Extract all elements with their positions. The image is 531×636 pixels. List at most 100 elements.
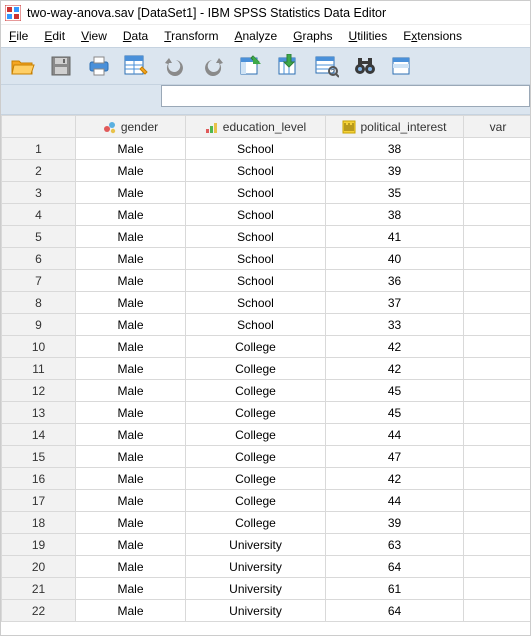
cell-gender[interactable]: Male xyxy=(76,556,186,578)
row-header[interactable]: 4 xyxy=(2,204,76,226)
find-button[interactable] xyxy=(349,51,381,81)
cell-empty[interactable] xyxy=(464,600,531,622)
cell-gender[interactable]: Male xyxy=(76,490,186,512)
cell-gender[interactable]: Male xyxy=(76,204,186,226)
column-header-gender[interactable]: gender xyxy=(76,116,186,138)
cell-political_interest[interactable]: 40 xyxy=(326,248,464,270)
cell-gender[interactable]: Male xyxy=(76,600,186,622)
cell-gender[interactable]: Male xyxy=(76,248,186,270)
cell-empty[interactable] xyxy=(464,182,531,204)
redo-button[interactable] xyxy=(197,51,229,81)
cell-political_interest[interactable]: 33 xyxy=(326,314,464,336)
recall-dialog-button[interactable] xyxy=(121,51,153,81)
cell-empty[interactable] xyxy=(464,468,531,490)
cell-education_level[interactable]: College xyxy=(186,512,326,534)
cell-political_interest[interactable]: 64 xyxy=(326,600,464,622)
menu-graphs[interactable]: Graphs xyxy=(293,29,332,43)
row-header[interactable]: 13 xyxy=(2,402,76,424)
cell-political_interest[interactable]: 42 xyxy=(326,468,464,490)
cell-education_level[interactable]: School xyxy=(186,204,326,226)
cell-gender[interactable]: Male xyxy=(76,446,186,468)
row-header[interactable]: 7 xyxy=(2,270,76,292)
cell-gender[interactable]: Male xyxy=(76,314,186,336)
cell-education_level[interactable]: College xyxy=(186,490,326,512)
cell-empty[interactable] xyxy=(464,336,531,358)
cell-political_interest[interactable]: 45 xyxy=(326,402,464,424)
cell-empty[interactable] xyxy=(464,578,531,600)
row-header[interactable]: 2 xyxy=(2,160,76,182)
undo-button[interactable] xyxy=(159,51,191,81)
cell-education_level[interactable]: School xyxy=(186,160,326,182)
open-button[interactable] xyxy=(7,51,39,81)
cell-gender[interactable]: Male xyxy=(76,226,186,248)
menu-data[interactable]: Data xyxy=(123,29,148,43)
row-header[interactable]: 20 xyxy=(2,556,76,578)
row-header[interactable]: 11 xyxy=(2,358,76,380)
cell-education_level[interactable]: University xyxy=(186,556,326,578)
row-header[interactable]: 6 xyxy=(2,248,76,270)
cell-empty[interactable] xyxy=(464,490,531,512)
cell-gender[interactable]: Male xyxy=(76,380,186,402)
menu-analyze[interactable]: Analyze xyxy=(234,29,277,43)
cell-empty[interactable] xyxy=(464,446,531,468)
cell-empty[interactable] xyxy=(464,402,531,424)
cell-education_level[interactable]: College xyxy=(186,402,326,424)
column-header-education-level[interactable]: education_level xyxy=(186,116,326,138)
cell-education_level[interactable]: University xyxy=(186,600,326,622)
cell-education_level[interactable]: College xyxy=(186,358,326,380)
cell-gender[interactable]: Male xyxy=(76,468,186,490)
cell-political_interest[interactable]: 61 xyxy=(326,578,464,600)
cell-political_interest[interactable]: 37 xyxy=(326,292,464,314)
menu-file[interactable]: File xyxy=(9,29,28,43)
insert-cases-button[interactable] xyxy=(387,51,419,81)
cell-gender[interactable]: Male xyxy=(76,160,186,182)
cell-education_level[interactable]: College xyxy=(186,424,326,446)
row-header[interactable]: 19 xyxy=(2,534,76,556)
row-header[interactable]: 15 xyxy=(2,446,76,468)
cell-political_interest[interactable]: 44 xyxy=(326,490,464,512)
menu-view[interactable]: View xyxy=(81,29,107,43)
goto-case-button[interactable] xyxy=(235,51,267,81)
cell-address-input[interactable] xyxy=(161,85,530,107)
cell-education_level[interactable]: School xyxy=(186,138,326,160)
cell-empty[interactable] xyxy=(464,138,531,160)
row-header[interactable]: 1 xyxy=(2,138,76,160)
cell-empty[interactable] xyxy=(464,424,531,446)
cell-empty[interactable] xyxy=(464,204,531,226)
cell-education_level[interactable]: College xyxy=(186,336,326,358)
cell-gender[interactable]: Male xyxy=(76,138,186,160)
column-header-empty[interactable]: var xyxy=(464,116,531,138)
row-header[interactable]: 18 xyxy=(2,512,76,534)
cell-education_level[interactable]: University xyxy=(186,578,326,600)
menu-utilities[interactable]: Utilities xyxy=(349,29,388,43)
cell-empty[interactable] xyxy=(464,314,531,336)
cell-political_interest[interactable]: 38 xyxy=(326,138,464,160)
cell-political_interest[interactable]: 63 xyxy=(326,534,464,556)
row-header[interactable]: 16 xyxy=(2,468,76,490)
row-header[interactable]: 22 xyxy=(2,600,76,622)
row-header[interactable]: 14 xyxy=(2,424,76,446)
cell-empty[interactable] xyxy=(464,160,531,182)
row-header[interactable]: 21 xyxy=(2,578,76,600)
corner-cell[interactable] xyxy=(2,116,76,138)
cell-education_level[interactable]: College xyxy=(186,380,326,402)
row-header[interactable]: 8 xyxy=(2,292,76,314)
row-header[interactable]: 10 xyxy=(2,336,76,358)
goto-variable-button[interactable] xyxy=(273,51,305,81)
cell-political_interest[interactable]: 45 xyxy=(326,380,464,402)
save-button[interactable] xyxy=(45,51,77,81)
cell-education_level[interactable]: School xyxy=(186,182,326,204)
cell-empty[interactable] xyxy=(464,534,531,556)
menu-edit[interactable]: Edit xyxy=(44,29,65,43)
cell-education_level[interactable]: School xyxy=(186,270,326,292)
row-header[interactable]: 5 xyxy=(2,226,76,248)
cell-education_level[interactable]: College xyxy=(186,468,326,490)
print-button[interactable] xyxy=(83,51,115,81)
cell-political_interest[interactable]: 47 xyxy=(326,446,464,468)
cell-political_interest[interactable]: 35 xyxy=(326,182,464,204)
cell-empty[interactable] xyxy=(464,292,531,314)
cell-gender[interactable]: Male xyxy=(76,534,186,556)
cell-political_interest[interactable]: 39 xyxy=(326,512,464,534)
cell-political_interest[interactable]: 44 xyxy=(326,424,464,446)
cell-gender[interactable]: Male xyxy=(76,270,186,292)
